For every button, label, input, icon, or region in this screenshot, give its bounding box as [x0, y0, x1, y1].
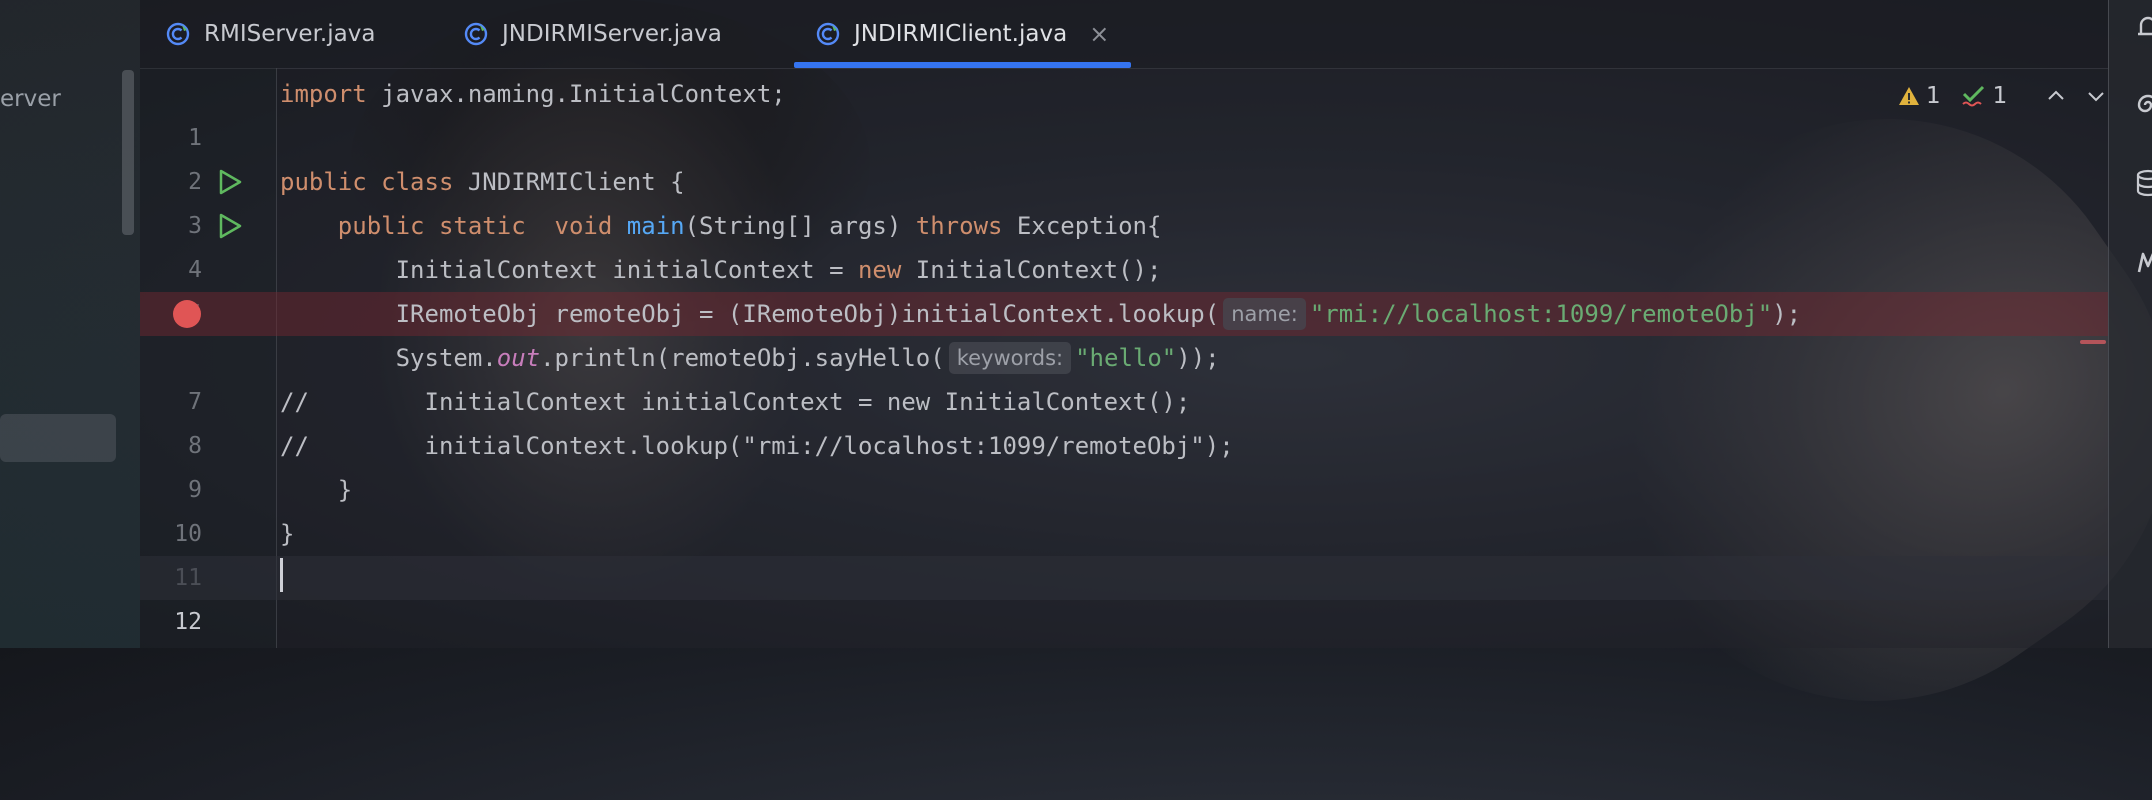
ai-spiral-icon[interactable] — [2133, 90, 2152, 120]
tab-jndirmiserver[interactable]: JNDIRMIServer.java — [464, 0, 722, 68]
line-code: public static void main(String[] args) t… — [337, 212, 1162, 240]
project-scrollbar[interactable] — [122, 70, 134, 235]
line-code: IRemoteObj remoteObj = (IRemoteObj)initi… — [280, 298, 1802, 330]
line-code: // InitialContext initialContext = new I… — [280, 388, 1191, 416]
java-class-icon — [166, 22, 190, 46]
line-code: } — [280, 476, 353, 504]
code-line[interactable]: 7 System.out.println(remoteObj.sayHello(… — [140, 336, 2108, 415]
project-panel: erver — [0, 0, 140, 648]
notifications-icon[interactable] — [2133, 12, 2152, 42]
code-line[interactable]: 4 public static void main(String[] args)… — [140, 204, 2108, 283]
line-code: // initialContext.lookup("rmi://localhos… — [280, 432, 1234, 460]
tab-close-icon[interactable]: × — [1089, 20, 1109, 48]
java-class-icon — [464, 22, 488, 46]
maven-icon[interactable] — [2133, 246, 2152, 276]
editor-tab-bar: RMIServer.java JNDIRMIServer.java JNDIRM… — [140, 0, 2108, 69]
run-triangle-icon[interactable] — [216, 212, 244, 240]
text-caret — [280, 558, 283, 592]
run-triangle-icon[interactable] — [216, 168, 244, 196]
code-line[interactable]: 11 } — [140, 512, 2108, 591]
code-line[interactable]: 3 public class JNDIRMIClient { — [140, 160, 2108, 239]
breakpoint-icon[interactable] — [173, 300, 201, 328]
parameter-hint: keywords: — [948, 342, 1072, 374]
parameter-hint: name: — [1223, 298, 1306, 330]
tab-label: RMIServer.java — [204, 21, 376, 47]
code-line[interactable]: 9 // initialContext.lookup("rmi://localh… — [140, 424, 2108, 503]
line-code: import javax.naming.InitialContext; — [280, 80, 786, 108]
line-code: public class JNDIRMIClient { — [280, 168, 685, 196]
code-line-breakpoint[interactable]: IRemoteObj remoteObj = (IRemoteObj)initi… — [140, 292, 2108, 336]
database-icon[interactable] — [2133, 168, 2152, 198]
code-line-current[interactable]: 12 — [140, 556, 2108, 635]
line-number: 12 — [174, 609, 202, 635]
tab-label: JNDIRMIServer.java — [502, 21, 722, 47]
tab-jndirmiclient[interactable]: JNDIRMIClient.java × — [794, 0, 1132, 68]
tab-label: JNDIRMIClient.java — [854, 21, 1068, 47]
project-tree-item-label[interactable]: erver — [0, 86, 61, 112]
code-line[interactable]: 10 } — [140, 468, 2108, 547]
tab-rmiserver[interactable]: RMIServer.java — [166, 0, 375, 68]
right-tool-strip — [2108, 0, 2152, 648]
line-code — [280, 556, 283, 600]
line-code: InitialContext initialContext = new Init… — [280, 256, 1162, 284]
line-code: System.out.println(remoteObj.sayHello(ke… — [280, 342, 1220, 374]
code-line[interactable]: 8 // InitialContext initialContext = new… — [140, 380, 2108, 459]
code-line[interactable]: 2 — [140, 116, 2108, 195]
line-code: } — [280, 520, 295, 548]
code-line[interactable]: 1 import javax.naming.InitialContext; — [140, 72, 2108, 151]
code-line[interactable]: 5 InitialContext initialContext = new In… — [140, 248, 2108, 327]
java-class-icon — [816, 22, 840, 46]
project-tree-selection[interactable] — [0, 414, 116, 462]
